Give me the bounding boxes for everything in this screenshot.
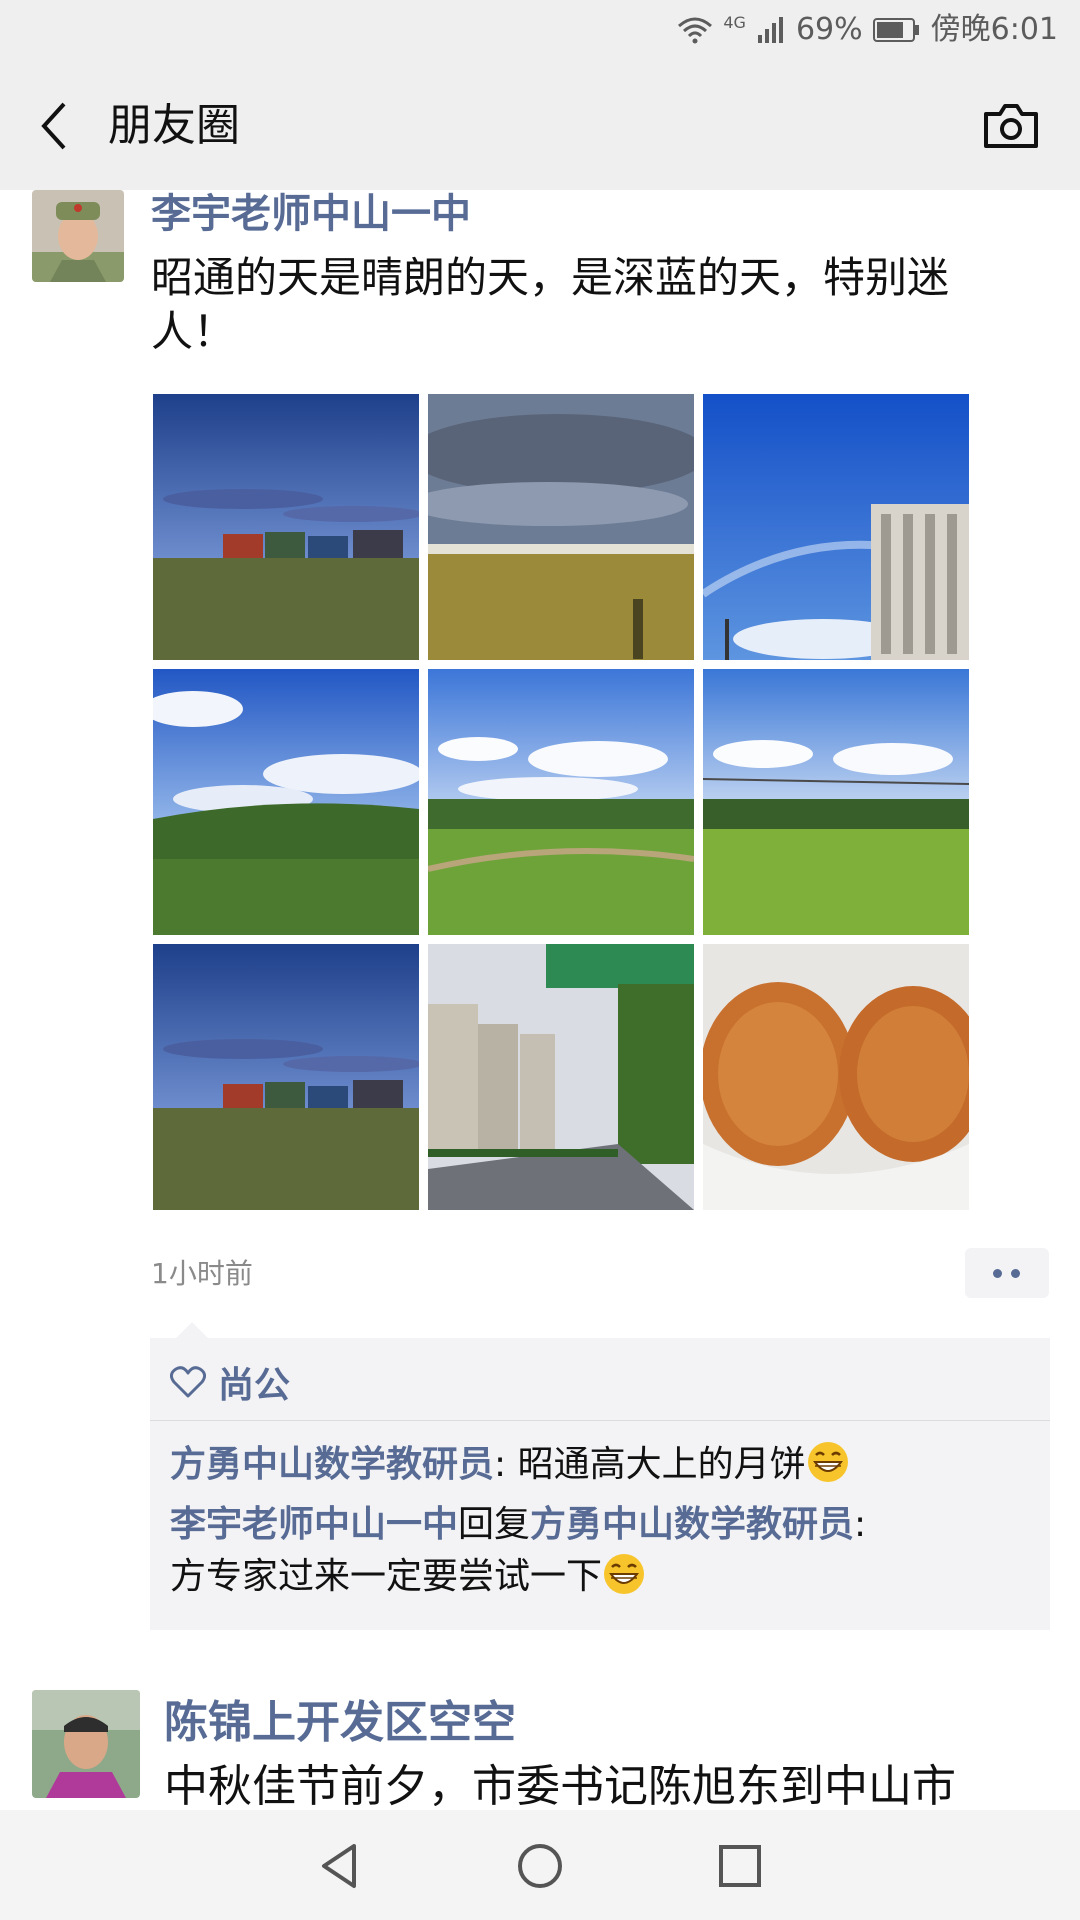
camera-icon	[984, 104, 1038, 148]
post-actions-button[interactable]	[965, 1248, 1049, 1298]
post-photo[interactable]	[703, 944, 969, 1210]
comment[interactable]: 方勇中山数学教研员: 昭通高大上的月饼	[170, 1440, 1030, 1488]
post-author[interactable]: 陈锦上开发区空空	[164, 1696, 516, 1750]
post-photo[interactable]	[428, 669, 694, 935]
comment-reply[interactable]: 李宇老师中山一中回复方勇中山数学教研员:	[170, 1502, 1030, 1548]
more-dot-icon	[1011, 1269, 1020, 1278]
network-type: 4G	[723, 13, 746, 32]
moments-feed[interactable]: 李宇老师中山一中 昭通的天是晴朗的天，是深蓝的天，特别迷 人！ 1小时前 尚公 …	[0, 190, 1080, 1810]
home-circle-icon[interactable]	[512, 1838, 568, 1894]
back-button[interactable]	[32, 98, 80, 154]
post-photo[interactable]	[153, 669, 419, 935]
post-time: 1小时前	[151, 1257, 253, 1290]
post-photo[interactable]	[428, 394, 694, 660]
status-bar: 4G 69% 傍晚6:01	[0, 0, 1080, 62]
post-photo[interactable]	[428, 944, 694, 1210]
comment-text: 昭通高大上的月饼	[517, 1444, 806, 1485]
post-text-line-1: 昭通的天是晴朗的天，是深蓝的天，特别迷	[151, 253, 950, 302]
comment-separator: :	[494, 1444, 518, 1485]
system-nav-bar	[0, 1810, 1080, 1920]
post-photo[interactable]	[703, 669, 969, 935]
signal-icon	[757, 17, 783, 43]
post-photo[interactable]	[153, 394, 419, 660]
recents-square-icon[interactable]	[712, 1838, 768, 1894]
post-author[interactable]: 李宇老师中山一中	[151, 190, 471, 238]
liker-name[interactable]: 尚公	[218, 1356, 290, 1408]
top-nav-bar: 朋友圈	[0, 62, 1080, 190]
avatar[interactable]	[32, 190, 124, 282]
clock: 傍晚6:01	[930, 12, 1058, 47]
grin-emoji-icon	[807, 1442, 848, 1482]
post-text-line-2: 人！	[151, 307, 236, 356]
battery-percent: 69%	[795, 12, 863, 47]
likes-row: 尚公	[170, 1352, 290, 1412]
camera-button[interactable]	[982, 100, 1040, 152]
likes-comments-panel: 尚公 方勇中山数学教研员: 昭通高大上的月饼 李宇老师中山一中回复方勇中山数学教…	[150, 1322, 1050, 1630]
post-photo[interactable]	[153, 944, 419, 1210]
back-triangle-icon[interactable]	[312, 1838, 368, 1894]
comment-separator: :	[854, 1504, 867, 1545]
battery-icon	[872, 18, 919, 42]
more-dot-icon	[993, 1269, 1002, 1278]
page-title: 朋友圈	[108, 100, 240, 151]
comment-text: 方专家过来一定要尝试一下	[170, 1556, 603, 1597]
comment-reply-text: 方专家过来一定要尝试一下	[170, 1552, 1030, 1600]
post-text: 中秋佳节前夕，市委书记陈旭东到中山市	[164, 1761, 956, 1810]
grin-emoji-icon	[604, 1554, 645, 1594]
comment-author[interactable]: 李宇老师中山一中	[170, 1504, 458, 1545]
back-arrow-icon	[41, 102, 66, 150]
reply-target[interactable]: 方勇中山数学教研员	[530, 1504, 854, 1545]
comment-author[interactable]: 方勇中山数学教研员	[170, 1444, 494, 1485]
post-photo[interactable]	[703, 394, 969, 660]
wifi-icon	[678, 17, 713, 44]
divider	[150, 1420, 1050, 1421]
reply-word: 回复	[458, 1504, 531, 1545]
heart-icon	[170, 1366, 206, 1398]
avatar[interactable]	[32, 1690, 140, 1798]
